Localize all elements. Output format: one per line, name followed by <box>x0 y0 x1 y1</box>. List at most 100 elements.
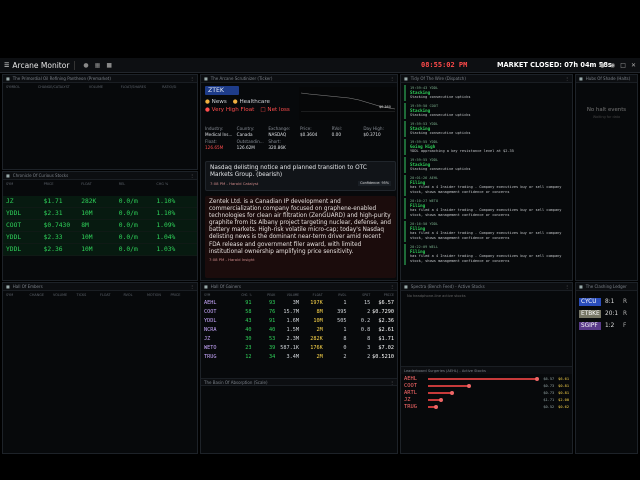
panel-menu-icon[interactable]: ⋮ <box>390 380 394 385</box>
feed-item[interactable]: 20:10:27 WETO Filing has filed a 4 Insider… <box>404 198 569 219</box>
col-header[interactable]: RVOL <box>323 293 346 297</box>
table-cell[interactable]: JZ <box>204 336 228 342</box>
col-header[interactable]: FLOAT <box>299 293 323 297</box>
table-row[interactable]: YDDL $2.33 10M 0.0/m 1.04% <box>3 232 197 244</box>
leaderboard-row[interactable]: JZ $1.71 $2.00 <box>401 396 572 403</box>
feed-item[interactable]: 20:22:09 WELL Filing has filed a 4 Insider… <box>404 244 569 265</box>
col-header[interactable]: SYMBOL <box>6 85 38 89</box>
symbol-cell[interactable]: YDDL <box>6 210 44 217</box>
table-cell[interactable]: NCRA <box>204 327 228 333</box>
col-header[interactable]: CHANGE <box>30 293 54 297</box>
col-header[interactable]: PRICE <box>370 293 394 297</box>
panel-menu-icon[interactable]: ⋮ <box>390 284 394 289</box>
col-header[interactable]: FLOAT <box>81 182 119 186</box>
ledger-ratio: 20:1 <box>605 311 619 317</box>
feed-item[interactable]: 19:59:43 YDDL Stacking Stacking consecutiv… <box>404 85 569 101</box>
table-row[interactable]: TRUG 12 34 3.4M 2M 2 2 $0.5210 <box>201 352 397 361</box>
leaderboard-symbol: AEHL <box>404 375 417 382</box>
feed-item[interactable]: 19:59:55 YDDL Stacking Stacking consecutiv… <box>404 157 569 173</box>
ledger-row[interactable]: CYCU 8:1 R <box>576 296 637 308</box>
table-cell[interactable]: YDDL <box>204 318 228 324</box>
ledger-row[interactable]: ETBKE 20:1 R <box>576 308 637 320</box>
app-brand[interactable]: ☰ Arcane Monitor <box>0 61 69 70</box>
col-header[interactable]: FLOAT <box>100 293 124 297</box>
table-row[interactable]: WETO 23 39 587.1K 176K 0 3 $7.02 <box>201 343 397 352</box>
col-header[interactable]: SPOT <box>347 293 370 297</box>
sector-tag[interactable]: ● Healthcare <box>233 99 270 105</box>
col-header[interactable]: VOLUME <box>53 293 77 297</box>
symbol-cell[interactable]: YDDL <box>6 234 44 241</box>
bell-icon[interactable]: ● <box>600 62 605 69</box>
table-cell: $2.36 <box>378 317 394 324</box>
leaderboard-row[interactable]: COOT $0.73 $0.81 <box>401 382 572 389</box>
panel-title: Hall Of Embers <box>12 284 43 289</box>
feed-item[interactable]: 20:16:50 YDDL Filing has filed a 4 Insider… <box>404 221 569 242</box>
col-header[interactable]: FLOAT/SHARES <box>121 85 162 89</box>
panel-menu-icon[interactable]: ⋮ <box>565 284 569 289</box>
col-header[interactable]: RATIO/SI <box>162 85 194 89</box>
layout-icon[interactable]: ▦ <box>95 62 101 69</box>
news-card[interactable]: Nasdaq delisting notice and planned tran… <box>205 161 396 191</box>
col-header[interactable]: PEAK <box>252 293 275 297</box>
col-header[interactable]: VOLUME <box>275 293 299 297</box>
window-icon[interactable]: □ <box>620 62 626 69</box>
feed-list: 19:59:43 YDDL Stacking Stacking consecutiv… <box>401 85 572 265</box>
col-header[interactable]: TICKS <box>77 293 101 297</box>
ledger-panel: ■ The Clashing Ledger CYCU 8:1 R ETBKE 20:1 R S… <box>575 282 638 454</box>
table-cell[interactable]: WETO <box>204 345 228 351</box>
col-header[interactable]: SYM <box>6 293 30 297</box>
table-cell[interactable]: AEHL <box>204 300 228 306</box>
table-row[interactable]: COOT $0.7430 8M 0.0/m 1.09% <box>3 220 197 232</box>
table-row[interactable]: JZ 30 53 2.3M 282K 8 8 $1.71 <box>201 334 397 343</box>
grid-icon[interactable]: ■ <box>106 62 112 69</box>
menu-icon[interactable]: ☰ <box>4 62 9 69</box>
leaderboard-row[interactable]: ARTL $0.73 $0.81 <box>401 389 572 396</box>
table-row[interactable]: YDDL 43 91 1.6M 10M 505 0.2 $2.36 <box>201 316 397 325</box>
feed-item[interactable]: 19:59:50 COOT Stacking Stacking consecutiv… <box>404 103 569 119</box>
leaderboard-value: $1.71 <box>543 397 555 402</box>
feed-item[interactable]: 19:59:55 YDDL Going High YDDL approaching … <box>404 139 569 155</box>
rel-cell: 0.0/m <box>118 222 138 229</box>
col-header[interactable]: CHG % <box>156 182 194 186</box>
symbol-cell[interactable]: YDDL <box>6 246 44 253</box>
symbol-cell[interactable]: COOT <box>6 222 44 229</box>
panel-menu-icon[interactable]: ⋮ <box>390 76 394 81</box>
table-row[interactable]: AEHL 91 93 3M 197K 1 15 $6.57 <box>201 298 397 307</box>
globe-icon[interactable]: ● <box>83 62 88 69</box>
settings-icon[interactable]: ◉ <box>610 62 615 69</box>
ledger-row[interactable]: SGIPF 1:2 F <box>576 320 637 332</box>
table-row[interactable]: COOT 58 76 15.7M 8M 395 2 $0.7290 <box>201 307 397 316</box>
leaderboard-row[interactable]: AEHL $6.57 $6.61 <box>401 375 572 382</box>
table-row[interactable]: NCRA 40 40 1.5M 2M 1 0.8 $2.61 <box>201 325 397 334</box>
table-row[interactable]: YDDL $2.31 10M 0.0/m 1.10% <box>3 208 197 220</box>
col-header[interactable]: VOLUME <box>89 85 121 89</box>
feed-item[interactable]: 20:01:26 AEHL Filing has filed a 4 Insider… <box>404 175 569 196</box>
col-header[interactable]: PRICE <box>171 293 195 297</box>
col-header[interactable]: RVOL <box>124 293 148 297</box>
col-header[interactable]: SYM <box>6 182 44 186</box>
leaderboard-row[interactable]: TRUG $0.52 $0.62 <box>401 403 572 410</box>
col-header[interactable]: PRICE <box>44 182 82 186</box>
feed-item[interactable]: 19:59:53 YDDL Stacking Stacking consecutiv… <box>404 121 569 137</box>
close-icon[interactable]: ✕ <box>631 62 636 69</box>
ticker-badge[interactable]: ZTEK <box>205 86 239 95</box>
news-tag[interactable]: ● News <box>205 99 227 105</box>
symbol-cell[interactable]: JZ <box>6 198 44 205</box>
panel-menu-icon[interactable]: ⋮ <box>190 173 194 178</box>
table-cell: 2M <box>316 353 323 360</box>
panel-menu-icon[interactable]: ⋮ <box>190 284 194 289</box>
table-row[interactable]: JZ $1.71 282K 0.0/m 1.10% <box>3 196 197 208</box>
col-header[interactable]: MOTION <box>147 293 171 297</box>
table-cell[interactable]: TRUG <box>204 354 228 360</box>
table-cell: 91 <box>269 317 276 324</box>
stat-label: Country: <box>236 126 255 131</box>
table-cell[interactable]: COOT <box>204 309 228 315</box>
col-header[interactable]: REL <box>119 182 157 186</box>
panel-menu-icon[interactable]: ⋮ <box>565 76 569 81</box>
col-header[interactable]: CHG % <box>228 293 251 297</box>
col-header[interactable]: SYM <box>204 293 228 297</box>
panel-menu-icon[interactable]: ⋮ <box>190 76 194 81</box>
leaderboard-amount: $2.00 <box>558 397 569 402</box>
col-header[interactable]: CHANGE/CATALYST <box>38 85 89 89</box>
table-row[interactable]: YDDL $2.36 10M 0.0/m 1.03% <box>3 244 197 256</box>
